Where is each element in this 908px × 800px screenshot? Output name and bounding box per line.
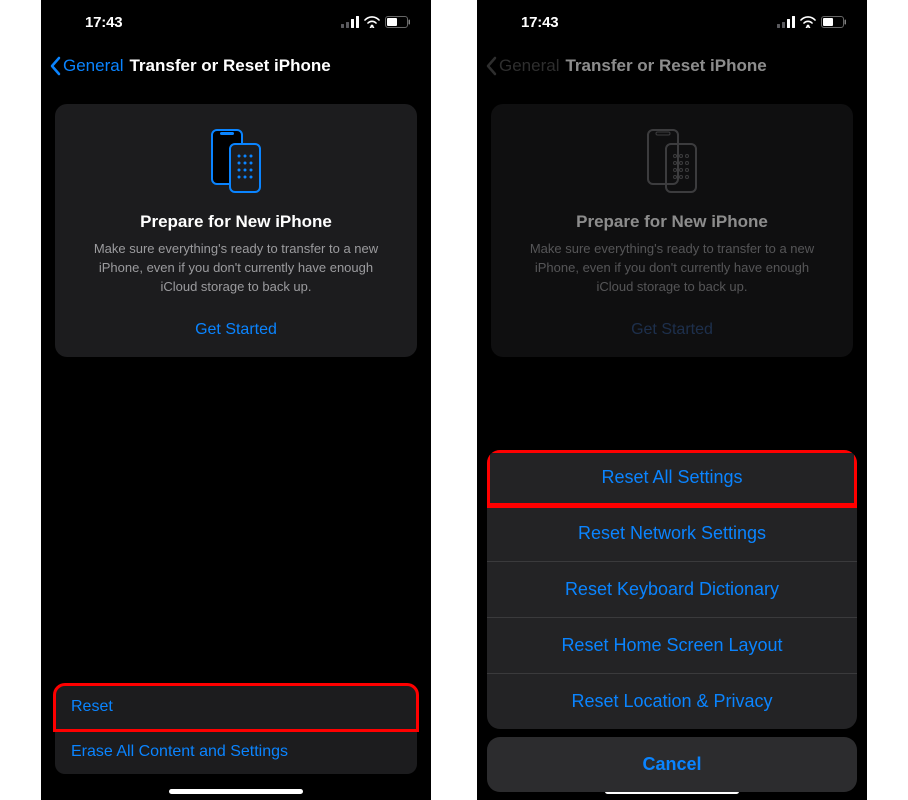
wifi-icon (800, 16, 816, 28)
reset-network-settings[interactable]: Reset Network Settings (487, 506, 857, 562)
status-indicators (777, 16, 847, 28)
erase-row[interactable]: Erase All Content and Settings (55, 730, 417, 774)
nav-title: Transfer or Reset iPhone (565, 56, 766, 76)
status-bar: 17:43 (41, 0, 431, 44)
content: Prepare for New iPhone Make sure everyth… (477, 88, 867, 373)
cancel-button[interactable]: Cancel (487, 737, 857, 792)
prepare-title: Prepare for New iPhone (511, 212, 833, 232)
prepare-description: Make sure everything's ready to transfer… (75, 240, 397, 297)
nav-bar: General Transfer or Reset iPhone (41, 44, 431, 88)
reset-location-privacy[interactable]: Reset Location & Privacy (487, 674, 857, 729)
chevron-left-icon (485, 56, 497, 76)
left-phone: 17:43 General Transfer or Reset iPhone (41, 0, 431, 800)
action-sheet: Reset All Settings Reset Network Setting… (487, 450, 857, 792)
status-indicators (341, 16, 411, 28)
cellular-icon (777, 16, 795, 28)
devices-icon (642, 126, 702, 196)
sheet-options: Reset All Settings Reset Network Setting… (487, 450, 857, 729)
status-bar: 17:43 (477, 0, 867, 44)
reset-home-screen-layout[interactable]: Reset Home Screen Layout (487, 618, 857, 674)
status-time: 17:43 (521, 14, 558, 31)
reset-all-settings[interactable]: Reset All Settings (487, 450, 857, 506)
get-started-button[interactable]: Get Started (75, 321, 397, 339)
prepare-card: Prepare for New iPhone Make sure everyth… (55, 104, 417, 357)
nav-bar: General Transfer or Reset iPhone (477, 44, 867, 88)
prepare-description: Make sure everything's ready to transfer… (511, 240, 833, 297)
reset-row[interactable]: Reset (55, 685, 417, 730)
right-phone: 17:43 General Transfer or Reset iPhone (477, 0, 867, 800)
bottom-options: Reset Erase All Content and Settings (55, 685, 417, 774)
back-label: General (499, 56, 559, 76)
battery-icon (385, 16, 411, 28)
chevron-left-icon (49, 56, 61, 76)
get-started-button: Get Started (511, 321, 833, 339)
back-button: General (485, 56, 559, 76)
home-indicator[interactable] (169, 789, 303, 794)
content: Prepare for New iPhone Make sure everyth… (41, 88, 431, 373)
prepare-card: Prepare for New iPhone Make sure everyth… (491, 104, 853, 357)
devices-icon (206, 126, 266, 196)
wifi-icon (364, 16, 380, 28)
cellular-icon (341, 16, 359, 28)
prepare-title: Prepare for New iPhone (75, 212, 397, 232)
battery-icon (821, 16, 847, 28)
back-button[interactable]: General (49, 56, 123, 76)
status-time: 17:43 (85, 14, 122, 31)
nav-title: Transfer or Reset iPhone (129, 56, 330, 76)
reset-keyboard-dictionary[interactable]: Reset Keyboard Dictionary (487, 562, 857, 618)
back-label: General (63, 56, 123, 76)
